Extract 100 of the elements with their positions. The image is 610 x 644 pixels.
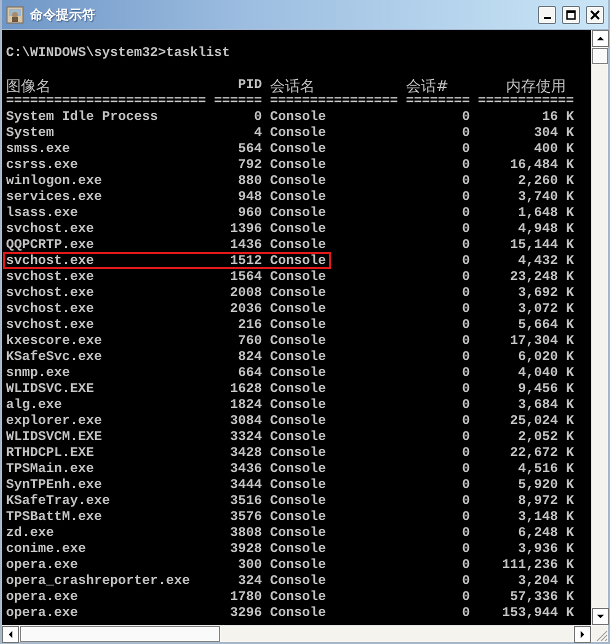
pid-cell: 3084 — [230, 414, 262, 430]
memory-usage-cell: 22,672 K — [510, 446, 574, 462]
memory-usage-cell: 400 K — [534, 142, 574, 158]
image-name-cell: conime.exe — [6, 542, 86, 558]
memory-usage-cell: 111,236 K — [502, 558, 574, 574]
memory-usage-cell: 3,740 K — [518, 190, 574, 206]
session-name-cell-text: Console — [269, 206, 326, 222]
session-name-header: 会话名 — [269, 78, 315, 94]
image-name-cell: svchost.exe — [6, 270, 94, 286]
session-number-cell: 0 — [462, 446, 470, 462]
scroll-left-button[interactable] — [2, 626, 19, 643]
close-button[interactable] — [586, 6, 604, 24]
session-name-cell-text: Console — [269, 526, 326, 542]
maximize-button[interactable] — [562, 6, 580, 24]
session-number-cell: 0 — [462, 302, 470, 318]
pid-cell: 3576 — [230, 510, 262, 526]
memory-usage-cell: 6,020 K — [518, 350, 574, 366]
image-name-cell: QQPCRTP.exe — [6, 238, 94, 254]
session-number-cell: 0 — [462, 414, 470, 430]
scroll-up-button[interactable] — [592, 30, 609, 47]
session-name-cell-text: Console — [269, 382, 326, 398]
session-name-cell-text: Console — [269, 398, 326, 414]
memory-usage-cell: 57,336 K — [510, 590, 574, 606]
session-name-cell-text: Console — [269, 558, 326, 574]
session-number-cell: 0 — [462, 590, 470, 606]
memory-usage-cell: 25,024 K — [510, 414, 574, 430]
scroll-thumb[interactable] — [20, 626, 220, 642]
minimize-button[interactable] — [538, 6, 556, 24]
image-name-cell: KSafeTray.exe — [6, 494, 110, 510]
memory-usage-cell: 15,144 K — [510, 238, 574, 254]
image-name-cell: opera.exe — [6, 606, 78, 622]
pid-cell: 3324 — [230, 430, 262, 446]
session-name-cell-text: Console — [269, 542, 326, 558]
pid-cell: 1628 — [230, 382, 262, 398]
image-name-cell: svchost.exe — [6, 318, 94, 334]
vertical-scrollbar[interactable] — [591, 30, 608, 625]
pid-cell: 2008 — [230, 286, 262, 302]
pid-cell: 3516 — [230, 494, 262, 510]
pid-header: PID — [238, 78, 262, 94]
memory-usage-cell: 16,484 K — [510, 158, 574, 174]
session-number-cell: 0 — [462, 606, 470, 622]
memory-usage-cell: 9,456 K — [518, 382, 574, 398]
maximize-icon — [566, 10, 576, 20]
scroll-down-button[interactable] — [592, 608, 609, 625]
memory-usage-cell: 4,948 K — [518, 222, 574, 238]
session-number-cell: 0 — [462, 542, 470, 558]
image-name-cell: explorer.exe — [6, 414, 102, 430]
session-number-cell: 0 — [462, 494, 470, 510]
session-number-header: 会话# — [405, 78, 449, 94]
session-name-cell-text: Console — [269, 142, 326, 158]
memory-usage-cell: 3,148 K — [518, 510, 574, 526]
scroll-right-button[interactable] — [574, 626, 591, 643]
pid-cell: 3436 — [230, 462, 262, 478]
image-name-cell: opera.exe — [6, 558, 78, 574]
memory-usage-cell: 16 K — [542, 110, 574, 126]
memory-usage-cell: 4,432 K — [518, 254, 574, 270]
session-number-cell: 0 — [462, 510, 470, 526]
pid-cell: 664 — [238, 366, 262, 382]
session-name-cell-text: Console — [269, 286, 326, 302]
memory-usage-cell: 23,248 K — [510, 270, 574, 286]
image-name-header: 图像名 — [6, 78, 51, 94]
session-number-cell: 0 — [462, 574, 470, 590]
session-number-cell: 0 — [462, 350, 470, 366]
session-name-cell-text: Console — [269, 238, 326, 254]
pid-cell: 3428 — [230, 446, 262, 462]
image-name-cell: svchost.exe — [6, 286, 94, 302]
pid-cell: 3808 — [230, 526, 262, 542]
session-number-cell: 0 — [462, 126, 470, 142]
session-number-cell: 0 — [462, 526, 470, 542]
minimize-icon — [544, 16, 550, 18]
pid-cell: 792 — [238, 158, 262, 174]
header-rule: ========================= ====== ================ ======== ============ — [6, 94, 574, 109]
image-name-cell: snmp.exe — [6, 366, 70, 382]
session-name-cell-text: Console — [269, 190, 326, 206]
resize-grip-icon[interactable] — [591, 625, 608, 642]
horizontal-scrollbar[interactable] — [2, 625, 591, 642]
image-name-cell: KSafeSvc.exe — [6, 350, 102, 366]
window-title: 命令提示符 — [30, 6, 96, 24]
session-name-cell-text: Console — [269, 574, 326, 590]
scroll-thumb[interactable] — [592, 48, 608, 64]
session-number-cell: 0 — [462, 558, 470, 574]
memory-usage-cell: 3,204 K — [518, 574, 574, 590]
up-arrow-icon — [597, 35, 604, 42]
image-name-cell: svchost.exe — [6, 254, 94, 270]
session-number-cell: 0 — [462, 222, 470, 238]
image-name-cell: opera_crashreporter.exe — [6, 574, 190, 590]
memory-usage-cell: 3,684 K — [518, 398, 574, 414]
session-number-cell: 0 — [462, 110, 470, 126]
session-number-cell: 0 — [462, 366, 470, 382]
session-name-cell-text: Console — [269, 110, 326, 126]
pid-cell: 0 — [254, 110, 262, 126]
image-name-cell: csrss.exe — [6, 158, 78, 174]
memory-usage-cell: 304 K — [534, 126, 574, 142]
session-number-cell: 0 — [462, 478, 470, 494]
memory-usage-header: 内存使用 — [506, 78, 567, 94]
session-name-cell-text: Console — [269, 222, 326, 238]
session-name-cell-text: Console — [269, 318, 326, 334]
memory-usage-cell: 4,516 K — [518, 462, 574, 478]
pid-cell: 1512 — [230, 254, 262, 270]
image-name-cell: svchost.exe — [6, 222, 94, 238]
